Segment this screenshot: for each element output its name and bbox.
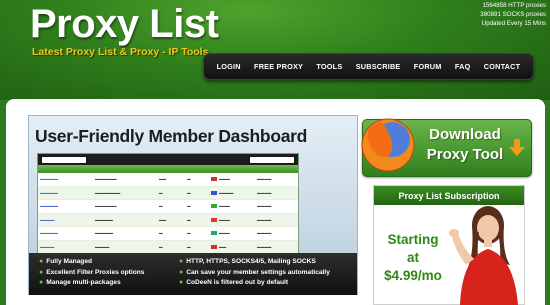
table-row: ▬▬▬▬▬ ▬▬▬▬▬▬▬ ▬ ▬ ▬▬▬▬ ▬▬▬▬ bbox=[38, 186, 298, 200]
bullet-icon: ● bbox=[179, 258, 184, 265]
price-line1: Starting bbox=[387, 232, 439, 247]
nav-subscribe[interactable]: SUBSCRIBE bbox=[356, 62, 401, 71]
stat-socks: 380891 SOCKS proxies bbox=[480, 11, 546, 18]
table-row: ▬▬▬▬ ▬▬▬▬ ▬ ▬ ▬▬ ▬▬▬▬ bbox=[38, 240, 298, 254]
table-row: ▬▬▬▬▬ ▬▬▬▬▬▬ ▬ ▬ ▬▬▬ ▬▬▬▬ bbox=[38, 200, 298, 214]
nav-login[interactable]: LOGIN bbox=[217, 62, 241, 71]
dashboard-screenshot-header bbox=[38, 165, 298, 173]
bullet-icon: ● bbox=[39, 279, 44, 286]
nav-forum[interactable]: FORUM bbox=[414, 62, 442, 71]
promo-woman-image bbox=[444, 205, 524, 305]
feature-item: Excellent Filter Proxies options bbox=[46, 268, 145, 276]
feature-item: Fully Managed bbox=[46, 258, 93, 265]
features-left: ● Fully Managed ● Excellent Filter Proxies… bbox=[39, 257, 179, 295]
feature-item: CoDeeN is filtered out by default bbox=[186, 279, 289, 286]
dashboard-banner[interactable]: User-Friendly Member Dashboard ▬▬▬▬▬ ▬▬▬▬… bbox=[28, 115, 358, 295]
firefox-icon bbox=[361, 118, 415, 172]
download-label: Download Proxy Tool bbox=[421, 125, 509, 165]
table-row: ▬▬▬▬▬▬▬▬▬▬▬▬▬▬▬▬▬▬▬ bbox=[38, 227, 298, 241]
nav-free-proxy[interactable]: FREE PROXY bbox=[254, 62, 303, 71]
site-logo-title[interactable]: Proxy List bbox=[30, 2, 219, 47]
download-label-line1: Download bbox=[429, 126, 501, 143]
dashboard-title: User-Friendly Member Dashboard bbox=[35, 126, 308, 146]
stat-http: 1564858 HTTP proxies bbox=[482, 2, 546, 9]
dashboard-screenshot-rows: ▬▬▬▬▬ ▬▬▬▬▬▬ ▬▬ ▬ ▬▬▬ ▬▬▬▬ ▬▬▬▬▬ ▬▬▬▬▬▬▬ ▬ ▬ ▬▬▬▬… bbox=[38, 173, 298, 254]
feature-item: Can save your member settings automatica… bbox=[186, 268, 330, 276]
site-tagline: Latest Proxy List & Proxy - IP Tools bbox=[32, 46, 209, 58]
features-right: ● HTTP, HTTPS, SOCKS4/5, Mailing SOCKS ● C… bbox=[179, 257, 367, 295]
bullet-icon: ● bbox=[39, 258, 44, 265]
dashboard-screenshot-toolbar bbox=[38, 154, 298, 165]
price-line2: at bbox=[406, 250, 419, 265]
subscription-title: Proxy List Subscription bbox=[374, 186, 524, 205]
dashboard-screenshot-select bbox=[42, 156, 86, 163]
subscription-box[interactable]: Proxy List Subscription Starting at $4.9… bbox=[373, 185, 525, 305]
dashboard-screenshot-search bbox=[250, 156, 294, 163]
dashboard-screenshot: ▬▬▬▬▬ ▬▬▬▬▬▬ ▬▬ ▬ ▬▬▬ ▬▬▬▬ ▬▬▬▬▬ ▬▬▬▬▬▬▬ ▬ ▬ ▬▬▬▬… bbox=[37, 153, 299, 254]
stat-updated: Updated Every 15 Mins bbox=[481, 20, 546, 27]
download-proxy-tool-button[interactable]: Download Proxy Tool bbox=[361, 118, 532, 177]
feature-item: HTTP, HTTPS, SOCKS4/5, Mailing SOCKS bbox=[186, 258, 316, 265]
nav-tools[interactable]: TOOLS bbox=[316, 62, 342, 71]
table-row: ▬▬▬▬▬▬▬▬▬▬▬▬▬▬▬▬▬▬▬ bbox=[38, 213, 298, 227]
arrow-down-icon bbox=[509, 139, 525, 157]
content-panel: User-Friendly Member Dashboard ▬▬▬▬▬ ▬▬▬▬… bbox=[6, 99, 545, 305]
download-label-line2: Proxy Tool bbox=[426, 146, 504, 163]
nav-faq[interactable]: FAQ bbox=[455, 62, 471, 71]
dashboard-features: ● Fully Managed ● Excellent Filter Proxies… bbox=[29, 253, 357, 295]
proxy-stats: 1564858 HTTP proxies 380891 SOCKS proxie… bbox=[480, 1, 546, 28]
feature-item: Manage multi-packages bbox=[46, 279, 121, 286]
price-amount: $4.99/mo bbox=[384, 268, 442, 283]
nav-contact[interactable]: CONTACT bbox=[484, 62, 521, 71]
bullet-icon: ● bbox=[39, 268, 44, 276]
bullet-icon: ● bbox=[179, 268, 184, 276]
main-nav: LOGIN FREE PROXY TOOLS SUBSCRIBE FORUM F… bbox=[203, 53, 534, 80]
table-row: ▬▬▬▬▬ ▬▬▬▬▬▬ ▬▬ ▬ ▬▬▬ ▬▬▬▬ bbox=[38, 173, 298, 187]
subscription-price: Starting at $4.99/mo bbox=[378, 231, 448, 285]
site-header: Proxy List Latest Proxy List & Proxy - I… bbox=[0, 0, 550, 100]
bullet-icon: ● bbox=[179, 279, 184, 286]
